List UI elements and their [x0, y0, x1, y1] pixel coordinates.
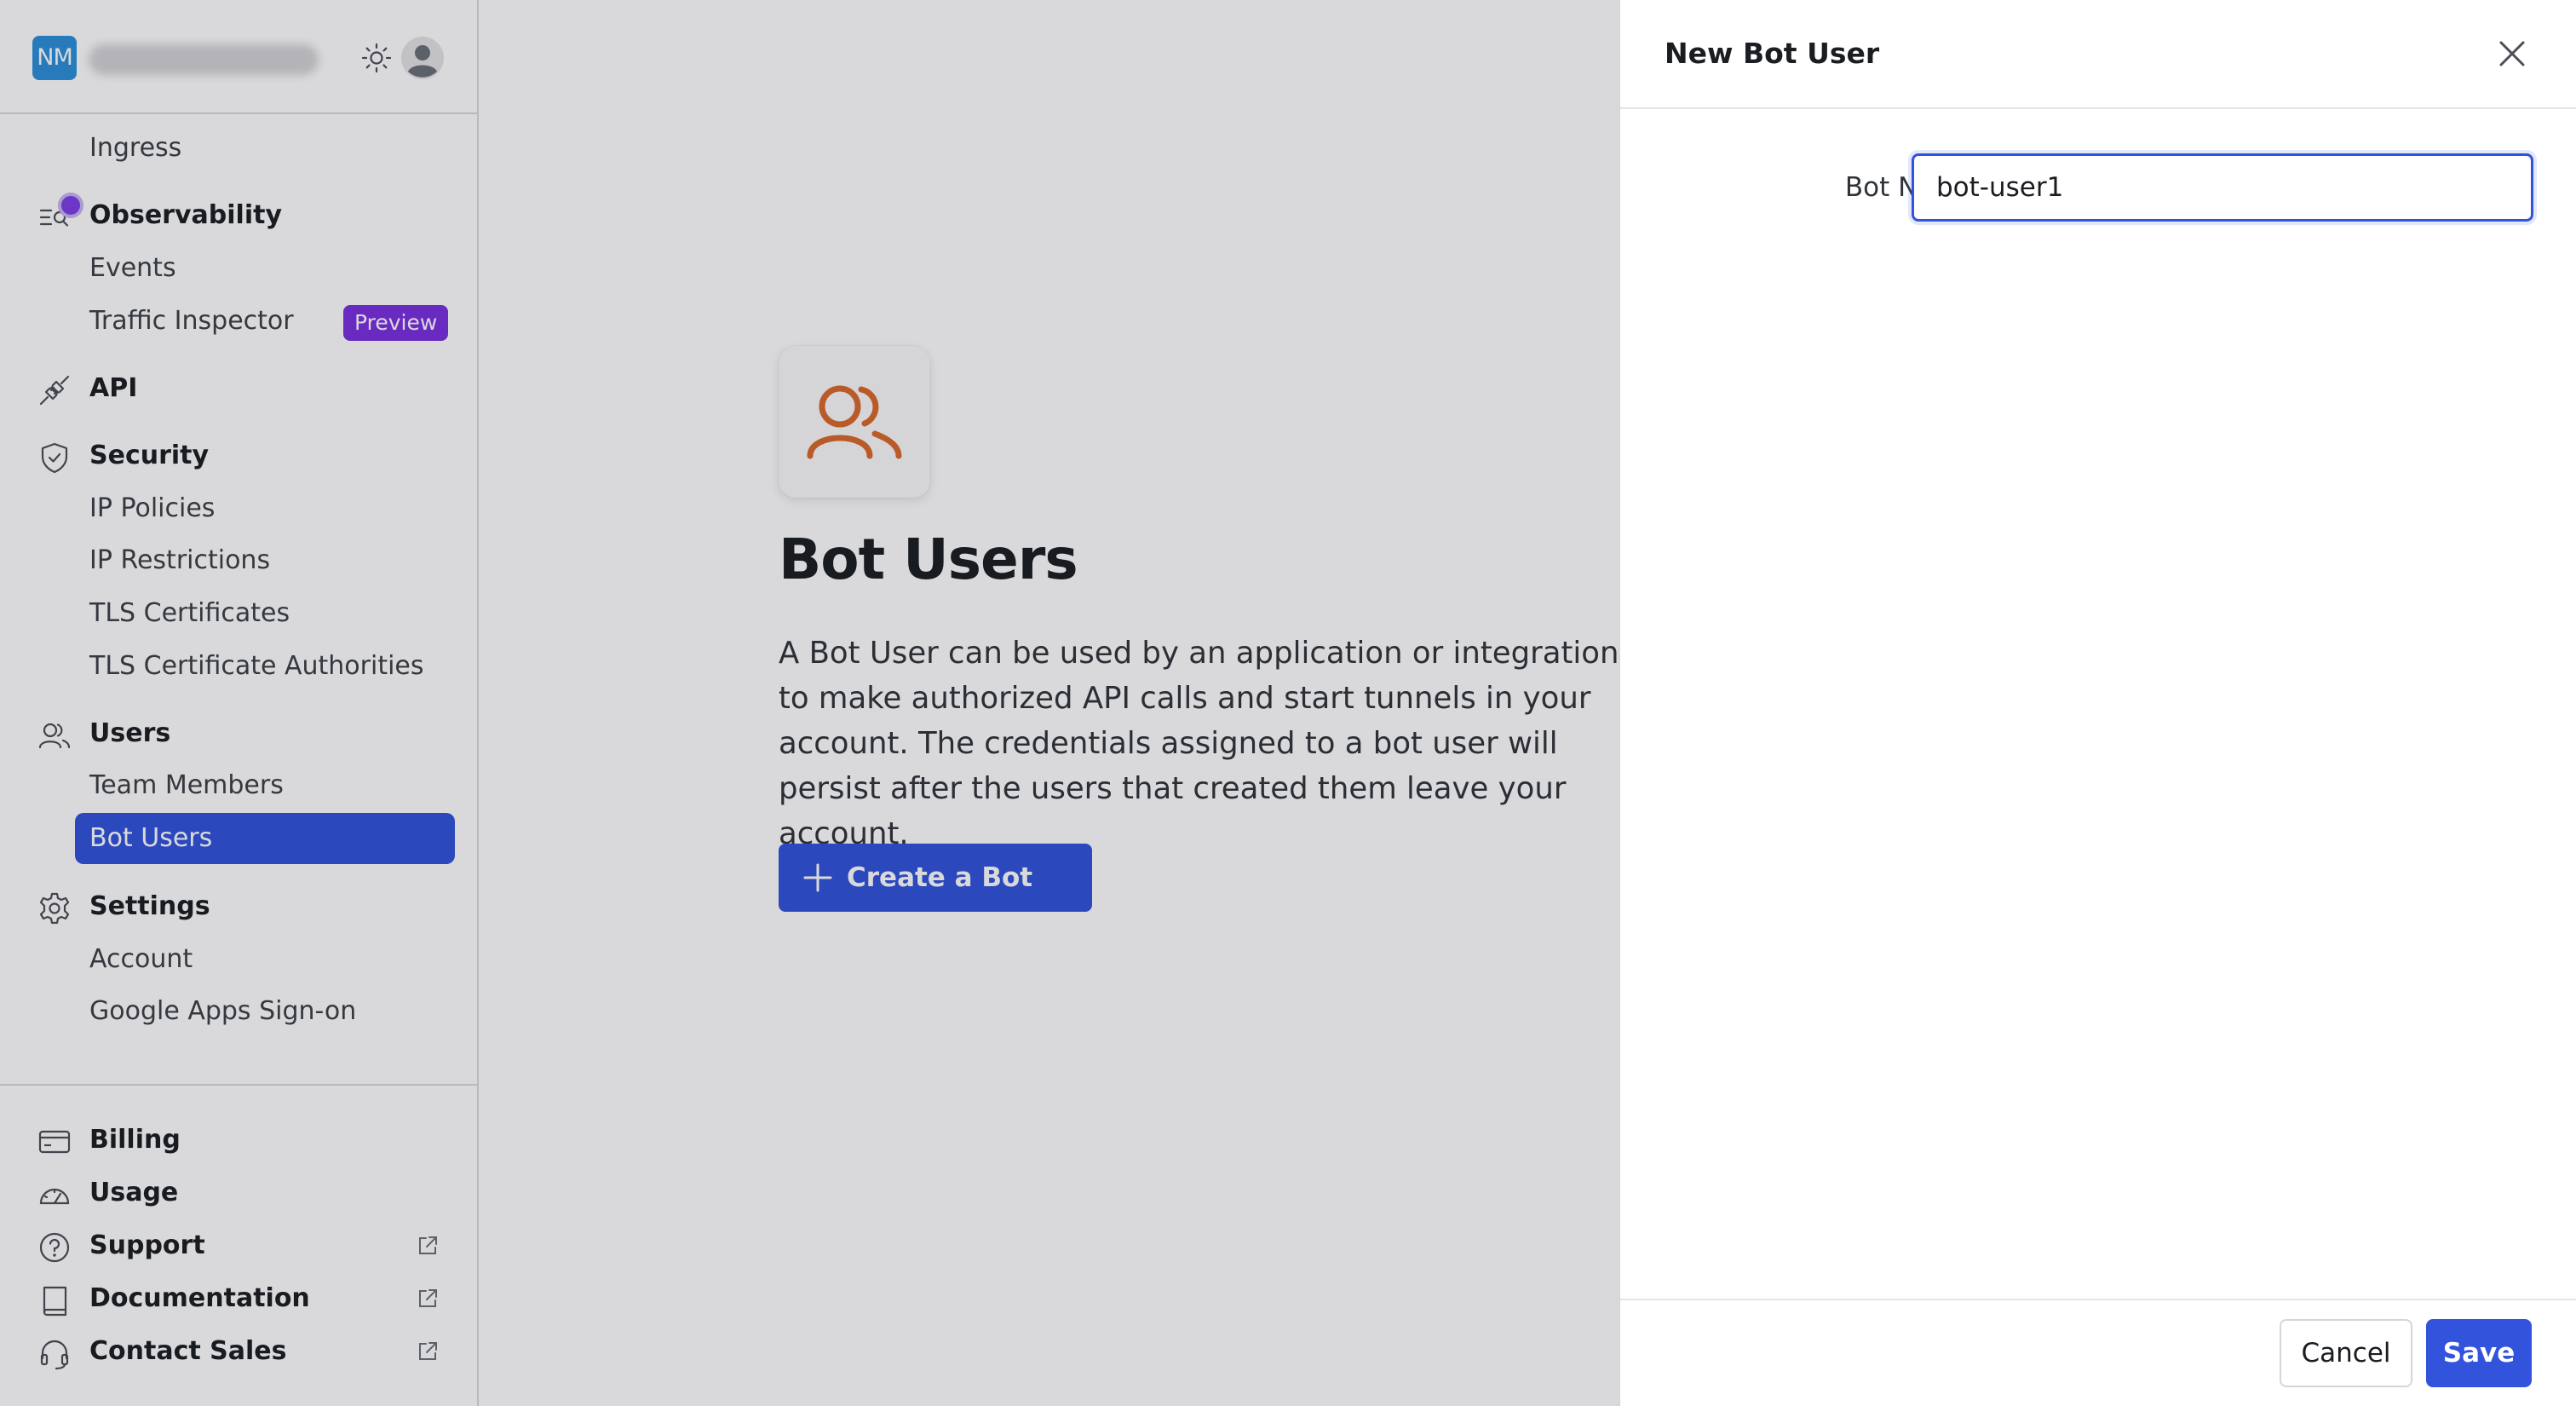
modal-backdrop[interactable]: [0, 0, 1619, 1406]
cancel-button[interactable]: Cancel: [2280, 1319, 2412, 1387]
save-button[interactable]: Save: [2426, 1319, 2532, 1387]
bot-name-input[interactable]: [1912, 153, 2533, 222]
close-icon[interactable]: [2493, 34, 2532, 73]
drawer-header: New Bot User: [1620, 0, 2576, 109]
drawer-footer-divider: [1620, 1299, 2576, 1300]
drawer-title: New Bot User: [1665, 37, 1880, 70]
new-bot-user-drawer: New Bot User Bot Name: Cancel Save: [1619, 0, 2576, 1406]
